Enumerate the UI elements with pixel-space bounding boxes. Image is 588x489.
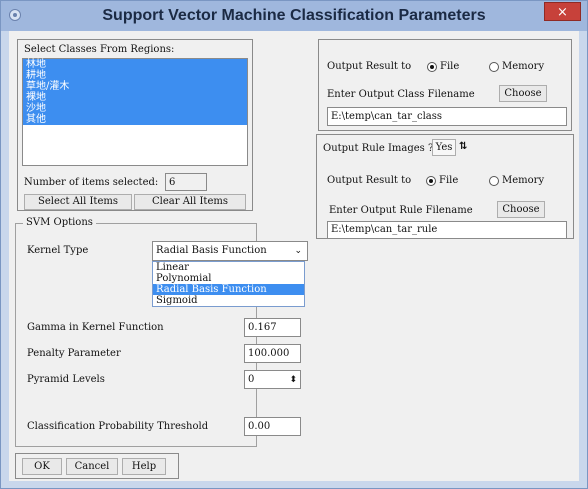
penalty-input[interactable]: 100.000 xyxy=(244,344,301,363)
chevron-down-icon: ⌄ xyxy=(294,246,302,256)
dropdown-option-sigmoid[interactable]: Sigmoid xyxy=(153,295,304,306)
clear-all-button[interactable]: Clear All Items xyxy=(134,194,246,210)
footer-button-bar: OK Cancel Help xyxy=(15,453,179,479)
items-selected-label: Number of items selected: xyxy=(24,177,159,188)
pyramid-value: 0 xyxy=(248,374,255,385)
output-class-choose-button[interactable]: Choose xyxy=(499,85,547,102)
output-rule-file-radio[interactable] xyxy=(426,176,436,186)
svm-options-title: SVM Options xyxy=(23,217,96,228)
list-item[interactable]: 耕地 xyxy=(23,70,247,81)
class-selection-panel: Select Classes From Regions: 林地 耕地 草地/灌木… xyxy=(17,39,253,211)
output-rule-memory-radio[interactable] xyxy=(489,176,499,186)
list-item[interactable]: 林地 xyxy=(23,59,247,70)
dropdown-option-polynomial[interactable]: Polynomial xyxy=(153,273,304,284)
dialog-body: Select Classes From Regions: 林地 耕地 草地/灌木… xyxy=(9,31,579,481)
output-rule-path-input[interactable]: E:\temp\can_tar_rule xyxy=(327,221,567,239)
dialog-window: Support Vector Machine Classification Pa… xyxy=(0,0,588,489)
output-class-path-input[interactable]: E:\temp\can_tar_class xyxy=(327,107,567,126)
dropdown-option-rbf[interactable]: Radial Basis Function xyxy=(153,284,304,295)
classes-listbox[interactable]: 林地 耕地 草地/灌木 裸地 沙地 其他 xyxy=(22,58,248,166)
output-rule-filename-label: Enter Output Rule Filename xyxy=(329,205,473,216)
gamma-input[interactable]: 0.167 xyxy=(244,318,301,337)
window-title: Support Vector Machine Classification Pa… xyxy=(102,7,486,24)
list-item[interactable]: 草地/灌木 xyxy=(23,81,247,92)
output-rule-memory-label: Memory xyxy=(502,175,545,186)
kernel-type-select[interactable]: Radial Basis Function ⌄ xyxy=(152,241,308,261)
close-button[interactable]: × xyxy=(544,2,581,21)
penalty-label: Penalty Parameter xyxy=(27,348,121,359)
threshold-label: Classification Probability Threshold xyxy=(27,421,209,432)
list-item[interactable]: 其他 xyxy=(23,114,247,125)
spin-arrows-icon[interactable]: ⬍ xyxy=(289,371,297,388)
title-bar[interactable]: Support Vector Machine Classification Pa… xyxy=(1,1,587,31)
help-button[interactable]: Help xyxy=(122,458,166,475)
threshold-input[interactable]: 0.00 xyxy=(244,417,301,436)
output-rule-images-label: Output Rule Images ? xyxy=(323,143,434,154)
pyramid-label: Pyramid Levels xyxy=(27,374,105,385)
output-class-file-label: File xyxy=(440,61,460,72)
output-rule-result-label: Output Result to xyxy=(327,175,412,186)
output-rule-file-label: File xyxy=(439,175,459,186)
gamma-label: Gamma in Kernel Function xyxy=(27,322,164,333)
select-all-button[interactable]: Select All Items xyxy=(24,194,132,210)
classes-label: Select Classes From Regions: xyxy=(24,44,175,55)
output-class-memory-label: Memory xyxy=(502,61,545,72)
list-item[interactable]: 裸地 xyxy=(23,92,247,103)
output-class-file-radio[interactable] xyxy=(427,62,437,72)
output-rule-images-toggle[interactable]: Yes xyxy=(432,139,456,156)
kernel-type-label: Kernel Type xyxy=(27,245,89,256)
items-selected-count: 6 xyxy=(165,173,207,191)
output-rule-panel: Output Rule Images ? Yes ⇅ Output Result… xyxy=(316,134,574,239)
list-item[interactable]: 沙地 xyxy=(23,103,247,114)
dropdown-option-linear[interactable]: Linear xyxy=(153,262,304,273)
pyramid-stepper[interactable]: 0 ⬍ xyxy=(244,370,301,389)
kernel-type-value: Radial Basis Function xyxy=(156,245,267,256)
output-rule-choose-button[interactable]: Choose xyxy=(497,201,545,218)
output-class-result-label: Output Result to xyxy=(327,61,412,72)
output-class-filename-label: Enter Output Class Filename xyxy=(327,89,475,100)
kernel-type-dropdown: Linear Polynomial Radial Basis Function … xyxy=(152,261,305,307)
cancel-button[interactable]: Cancel xyxy=(66,458,118,475)
ok-button[interactable]: OK xyxy=(22,458,62,475)
output-class-panel: Output Result to File Memory Enter Outpu… xyxy=(318,39,572,131)
toggle-arrows-icon[interactable]: ⇅ xyxy=(459,141,467,152)
output-class-memory-radio[interactable] xyxy=(489,62,499,72)
